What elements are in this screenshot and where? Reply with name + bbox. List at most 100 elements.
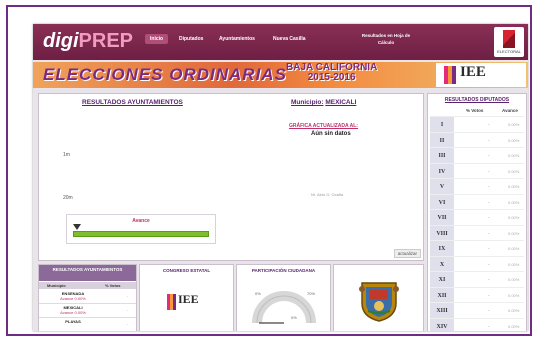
gauge-min: 0% <box>255 291 261 296</box>
diputados-row[interactable]: XIII -0.00% <box>430 302 524 319</box>
district-avance: 0.00% <box>508 230 520 236</box>
district-votes: - <box>488 184 490 190</box>
district-avance: 0.00% <box>508 122 520 127</box>
diputados-row[interactable]: VII -0.00% <box>430 209 524 226</box>
municipio-row-name: PLAYAS <box>65 319 81 324</box>
municipio-row[interactable]: MEXICALI Avance 0.00% - <box>39 304 136 318</box>
district-votes: - <box>488 292 490 299</box>
district-number: XIV <box>430 318 454 331</box>
iee-logo: IEE <box>436 63 526 87</box>
source-info: Nr. Aldo G. Ocaña <box>311 192 344 197</box>
ine-label: ELECTORAL <box>497 49 521 54</box>
nav-inicio[interactable]: Inicio <box>145 34 169 44</box>
municipio-row-avance: Avance 0.00% <box>60 296 86 301</box>
diputados-row[interactable]: V -0.00% <box>430 178 524 195</box>
ayuntamientos-summary-title: RESULTADOS AYUNTAMIENTOS <box>39 265 136 281</box>
ayuntamientos-summary-box: RESULTADOS AYUNTAMIENTOS Municipio % Vot… <box>38 264 137 331</box>
district-avance: 0.00% <box>508 215 520 220</box>
municipio-row[interactable]: PLAYAS - <box>39 318 136 331</box>
logo-prep: PREP <box>78 30 134 52</box>
diputados-row[interactable]: I -0.00% <box>430 116 524 133</box>
congreso-iee-bars-icon <box>167 294 176 310</box>
nav-resultados-hoja[interactable]: Resultados en Hoja de Cálculo <box>361 32 411 46</box>
district-votes: - <box>488 137 490 144</box>
diputados-row[interactable]: VIII -0.00% <box>430 224 524 242</box>
axis-tick-top: 1m <box>63 152 70 158</box>
participacion-gauge: 0% 70% 0% <box>252 291 316 324</box>
district-votes: - <box>488 277 490 283</box>
district-avance: 0.00% <box>508 199 520 205</box>
banner-years: 2015-2016 <box>307 72 356 83</box>
elections-banner: ELECCIONES ORDINARIAS BAJA CALIFORNIA 20… <box>33 62 528 88</box>
congreso-title: CONGRESO ESTATAL <box>162 268 211 273</box>
district-avance: 0.00% <box>508 292 520 298</box>
district-avance: 0.00% <box>508 308 520 313</box>
avance-bar <box>73 231 209 237</box>
district-avance: 0.00% <box>508 246 520 251</box>
diputados-title: RESULTADOS DIPUTADOS <box>444 97 510 103</box>
iee-text: IEE <box>460 64 486 80</box>
diputados-header: % Votos Avance <box>428 106 526 114</box>
nav-diputados[interactable]: Diputados <box>179 36 203 42</box>
municipio-votes: - <box>126 307 128 312</box>
outer-frame: digiPREP Inicio Diputados Ayuntamientos … <box>6 5 532 336</box>
diputados-row[interactable]: X -0.00% <box>430 255 524 273</box>
participacion-box[interactable]: PARTICIPACIÓN CIUDADANA 0% 70% 0% <box>236 264 331 331</box>
district-avance: 0.00% <box>508 153 520 158</box>
no-data-message: Aún sin datos <box>311 131 351 137</box>
iee-bars-icon <box>444 66 456 84</box>
logo-digi: digi <box>43 30 79 52</box>
digiprep-logo[interactable]: digiPREP <box>43 30 133 52</box>
axis-tick-mid: 20m <box>63 195 73 201</box>
avance-label: Avance <box>132 218 150 224</box>
update-button[interactable]: actualizar <box>393 249 421 258</box>
municipio-row[interactable]: ENSENADA Avance 0.00% - <box>39 290 136 304</box>
col-municipio: Municipio <box>47 283 66 288</box>
municipio-name: ENSENADA Avance 0.00% <box>43 291 103 301</box>
municipio-value: MEXICALI <box>325 99 357 106</box>
state-seal-box <box>333 264 424 331</box>
diputados-results-panel: RESULTADOS DIPUTADOS % Votos Avance I -0.… <box>427 93 527 331</box>
municipio-row-avance: Avance 0.00% <box>60 310 86 315</box>
nav-nueva-casilla[interactable]: Nueva Casilla <box>273 36 306 42</box>
district-avance: 0.00% <box>508 323 520 329</box>
municipio-label: Municipio: <box>291 99 324 106</box>
municipio-heading: Municipio: MEXICALI <box>291 99 356 106</box>
diputados-row[interactable]: IV -0.00% <box>430 162 524 180</box>
district-votes: - <box>488 199 490 206</box>
col-pct: % Votos <box>105 283 121 288</box>
participacion-title: PARTICIPACIÓN CIUDADANA <box>251 268 316 273</box>
district-votes: - <box>488 308 490 314</box>
district-votes: - <box>488 153 490 159</box>
diputados-row[interactable]: II -0.00% <box>430 131 524 149</box>
avance-marker-icon <box>73 224 81 230</box>
gauge-value: 0% <box>291 315 297 320</box>
municipio-name: PLAYAS <box>43 319 103 324</box>
district-votes: - <box>488 215 490 221</box>
chart-updated-label: GRÁFICA ACTUALIZADA AL: <box>289 123 358 129</box>
diputados-row[interactable]: III -0.00% <box>430 147 524 164</box>
col-pct-votos: % Votos <box>466 108 484 113</box>
gauge-track <box>252 291 316 324</box>
col-avance: Avance <box>502 108 518 113</box>
diputados-row[interactable]: XIV - 0.00% <box>430 317 524 331</box>
district-avance: 0.00% <box>508 277 520 282</box>
district-avance: 0.00% <box>508 184 520 189</box>
municipios-table-header: Municipio % Votos <box>39 282 136 289</box>
baja-california-seal-icon <box>359 282 399 322</box>
avance-progress: Avance <box>66 214 216 244</box>
municipio-name: MEXICALI Avance 0.00% <box>43 305 103 315</box>
diputados-row[interactable]: IX -0.00% <box>430 240 524 257</box>
district-votes: - <box>488 246 490 252</box>
ine-mark-icon <box>503 30 515 48</box>
congreso-estatal-box[interactable]: CONGRESO ESTATAL IEE <box>139 264 234 331</box>
diputados-row[interactable]: XII -0.00% <box>430 286 524 304</box>
municipio-votes: - <box>126 321 128 326</box>
congreso-iee-text: IEE <box>178 292 199 306</box>
nav-ayuntamientos[interactable]: Ayuntamientos <box>219 36 255 42</box>
diputados-row[interactable]: XI -0.00% <box>430 271 524 288</box>
banner-state: BAJA CALIFORNIA 2015-2016 <box>286 63 377 83</box>
diputados-row[interactable]: VI -0.00% <box>430 193 524 211</box>
gauge-max: 70% <box>307 291 315 296</box>
district-avance: 0.00% <box>508 137 520 143</box>
